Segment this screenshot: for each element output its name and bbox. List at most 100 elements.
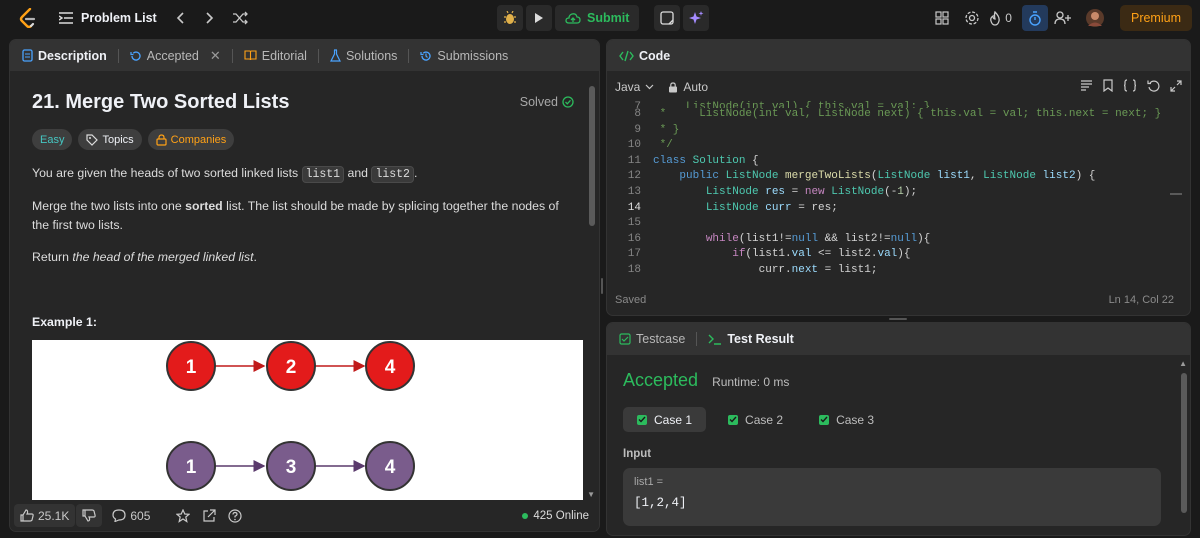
code-line: 15 (627, 217, 641, 230)
avatar[interactable] (1082, 5, 1108, 31)
favorite-star-icon[interactable] (170, 504, 196, 527)
editor-toolbar: Java Auto (607, 75, 1190, 99)
list2-node: 1 (166, 441, 216, 491)
ai-assist-button[interactable] (683, 5, 710, 31)
submit-button[interactable]: Submit (555, 5, 640, 31)
chevron-down-icon[interactable] (645, 84, 654, 90)
bookmark-icon[interactable] (1103, 79, 1113, 92)
online-dot-icon (522, 512, 529, 519)
list2-node: 4 (365, 441, 415, 491)
text: and (344, 166, 372, 180)
comment-count: 605 (130, 508, 151, 523)
example-heading: Example 1: (32, 315, 97, 329)
tab-divider (231, 48, 233, 63)
inline-code: list2 (371, 166, 414, 183)
prev-problem-button[interactable] (167, 5, 193, 31)
description-scrollbar[interactable] (589, 86, 595, 226)
streak-counter[interactable]: 0 (989, 5, 1012, 31)
tab-solutions[interactable]: Solutions (328, 49, 399, 63)
premium-button[interactable]: Premium (1119, 5, 1192, 31)
tab-submissions-label: Submissions (437, 48, 509, 63)
sparkle-icon (688, 10, 704, 24)
case-tab-1[interactable]: Case 1 (623, 407, 707, 432)
text: . (253, 250, 257, 264)
test-result-panel: Testcase Test Result Accepted Runtime: 0… (606, 322, 1191, 536)
tab-editorial[interactable]: Editorial (242, 49, 309, 63)
companies-tag[interactable]: Companies (147, 129, 235, 150)
problem-list-link[interactable]: Problem List (59, 11, 157, 25)
history-icon (130, 50, 141, 61)
code-line: 14 ListNode curr = res; (627, 201, 838, 214)
difficulty-badge[interactable]: Easy (32, 129, 73, 150)
debug-button[interactable] (497, 5, 523, 31)
like-count: 25.1K (38, 508, 70, 523)
italic-text: the head of the merged linked list (72, 250, 254, 264)
scroll-down-arrow-icon[interactable]: ▼ (587, 490, 595, 499)
timer-icon[interactable] (1021, 5, 1048, 31)
bug-icon (504, 11, 516, 24)
check-icon (819, 414, 830, 425)
add-user-icon[interactable] (1050, 5, 1076, 31)
panel-resize-handle[interactable] (889, 318, 907, 320)
example-diagram: 1 2 4 1 3 4 (32, 340, 583, 510)
text: You are given the heads of two sorted li… (32, 166, 302, 180)
check-icon (728, 414, 739, 425)
code-line: 12 public ListNode mergeTwoLists(ListNod… (627, 170, 1096, 183)
layout-icon[interactable] (929, 5, 955, 31)
online-label: 425 Online (533, 509, 589, 522)
tab-description[interactable]: Description (20, 49, 109, 63)
text: Return (32, 250, 73, 264)
tab-accepted[interactable]: Accepted ✕ (128, 48, 223, 64)
thumbs-up-icon (20, 509, 34, 522)
result-scrollbar[interactable] (1181, 373, 1187, 513)
tab-submissions[interactable]: Submissions (418, 49, 510, 63)
svg-text:1: 1 (186, 457, 197, 478)
case-tab-3[interactable]: Case 3 (805, 407, 888, 432)
topics-label: Topics (102, 133, 134, 146)
svg-text:3: 3 (286, 457, 297, 478)
description-paragraph-2: Merge the two lists into one sorted list… (32, 197, 577, 235)
run-button[interactable] (526, 5, 552, 31)
notes-button[interactable] (654, 5, 681, 31)
tab-test-result[interactable]: Test Result (706, 332, 795, 346)
submit-label: Submit (587, 11, 630, 25)
tab-testcase-label: Testcase (636, 332, 686, 346)
autocomplete-mode[interactable]: Auto (683, 80, 708, 94)
leetcode-logo[interactable] (17, 7, 39, 29)
tab-accepted-label: Accepted (146, 48, 199, 63)
result-body: Accepted Runtime: 0 ms Case 1 Case 2 Cas… (607, 370, 1190, 526)
code-panel: Code Java Auto 7 ListNode(int val) { thi… (606, 39, 1191, 316)
description-paragraph-3: Return the head of the merged linked lis… (32, 248, 577, 267)
tab-divider (408, 48, 410, 63)
flask-icon (329, 49, 341, 62)
code-line: 8 * ListNode(int val, ListNode next) { t… (634, 108, 1162, 120)
topics-tag[interactable]: Topics (78, 129, 142, 150)
runtime: Runtime: 0 ms (712, 375, 790, 389)
description-footer: 25.1K 605 425 Online (10, 500, 599, 531)
vertical-resize-handle[interactable] (601, 278, 603, 294)
gear-icon[interactable] (959, 5, 985, 31)
share-icon[interactable] (196, 504, 222, 527)
case-tab-2[interactable]: Case 2 (714, 407, 797, 432)
reset-icon[interactable] (1147, 79, 1160, 92)
checkbox-icon (619, 333, 631, 345)
braces-icon[interactable] (1123, 79, 1137, 92)
code-editor[interactable]: Java Auto 7 ListNode(int val) { this.val… (607, 75, 1190, 286)
code-line: 9 * } (634, 123, 680, 136)
scroll-up-arrow-icon[interactable]: ▲ (1179, 359, 1187, 368)
next-problem-button[interactable] (197, 5, 223, 31)
tab-testcase[interactable]: Testcase (617, 332, 687, 346)
format-icon[interactable] (1080, 80, 1093, 91)
shuffle-icon[interactable] (227, 5, 253, 31)
help-icon[interactable] (222, 504, 248, 527)
description-tabs: Description Accepted ✕ Editorial Solutio… (10, 40, 599, 71)
close-icon[interactable]: ✕ (210, 48, 221, 64)
expand-icon[interactable] (1170, 79, 1182, 92)
comments-button[interactable]: 605 (106, 504, 156, 527)
like-button[interactable]: 25.1K (14, 504, 76, 527)
svg-text:4: 4 (385, 457, 396, 478)
dislike-button[interactable] (76, 504, 103, 527)
tab-code[interactable]: Code (617, 49, 672, 63)
language-select[interactable]: Java (615, 80, 640, 94)
code-line: 13 ListNode res = new ListNode(-1); (627, 185, 918, 198)
